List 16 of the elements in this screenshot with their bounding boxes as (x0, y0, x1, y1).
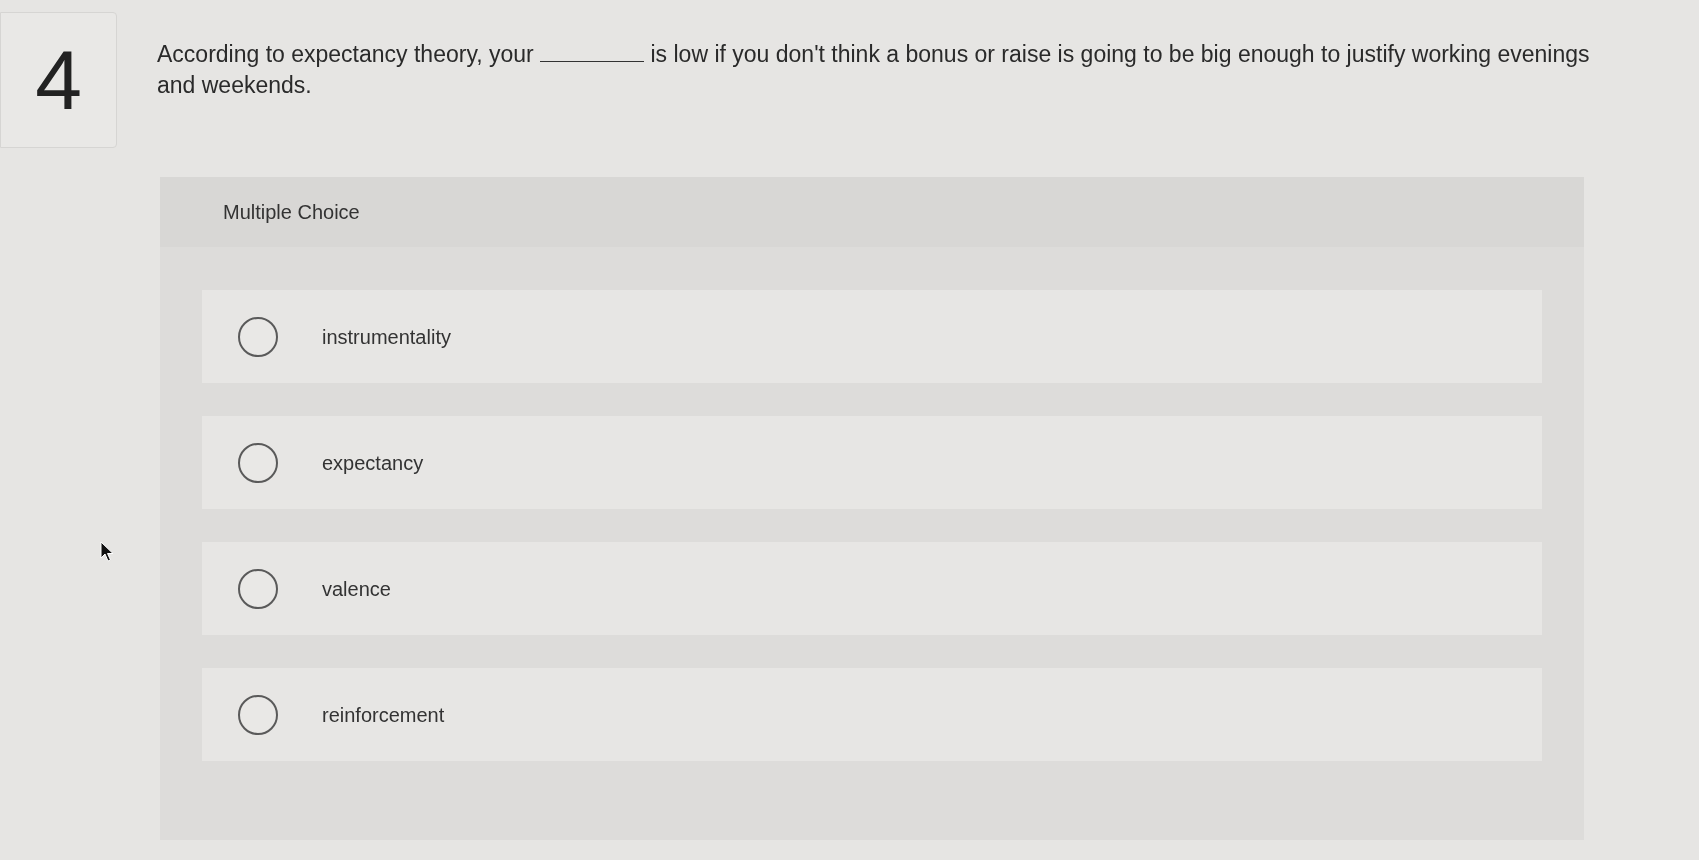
option-label: reinforcement (322, 702, 445, 728)
option-label: expectancy (322, 450, 424, 476)
question-text: According to expectancy theory, your is low if you don't think a bonus or raise is going to be big enough to justify working evenings and weekends. (157, 40, 1591, 100)
answer-option[interactable]: expectancy (202, 416, 1542, 509)
answer-option[interactable]: valence (202, 542, 1542, 635)
question-number: 4 (35, 38, 82, 122)
panel-heading: Multiple Choice (223, 200, 360, 225)
radio-button[interactable] (238, 568, 278, 609)
mouse-pointer-icon (100, 541, 114, 562)
radio-button[interactable] (238, 442, 278, 483)
radio-button[interactable] (238, 316, 278, 357)
answer-option[interactable]: instrumentality (202, 290, 1542, 383)
answer-option[interactable]: reinforcement (202, 668, 1542, 761)
option-label: instrumentality (322, 324, 451, 350)
radio-button[interactable] (238, 694, 278, 735)
option-label: valence (322, 576, 391, 602)
